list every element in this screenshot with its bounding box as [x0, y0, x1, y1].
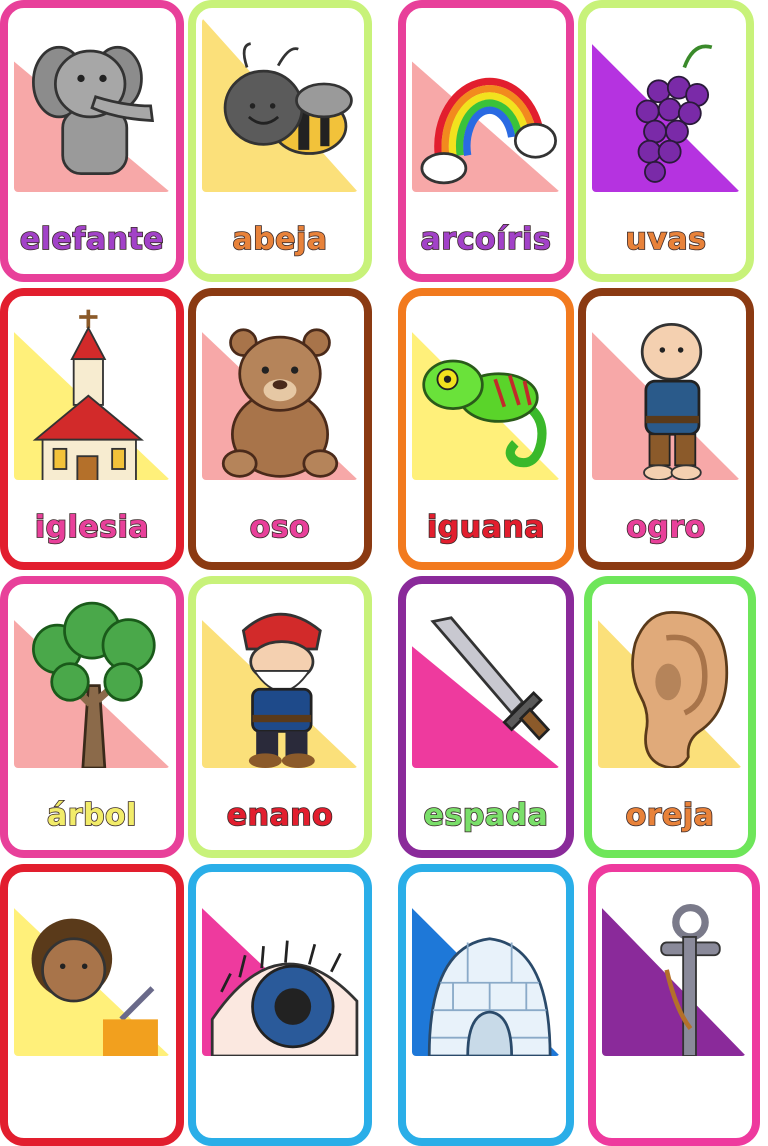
dwarf-icon — [196, 594, 364, 768]
rainbow-icon — [406, 18, 566, 192]
tree-icon — [8, 594, 176, 768]
ogre-icon — [586, 306, 746, 480]
bee-icon — [196, 18, 364, 192]
card-word: iglesia — [34, 509, 150, 546]
elephant-icon — [8, 18, 176, 192]
card-iglesia: iglesia — [0, 288, 184, 570]
card-abeja: abeja — [188, 0, 372, 282]
sword-icon — [406, 594, 566, 768]
card-row4-3 — [398, 864, 574, 1146]
ear-icon — [592, 594, 748, 768]
iguana-icon — [406, 306, 566, 480]
card-word: iguana — [426, 509, 545, 546]
card-word: abeja — [232, 221, 328, 258]
card-word: elefante — [19, 221, 165, 258]
card-word: arcoíris — [420, 221, 552, 258]
bear-icon — [196, 306, 364, 480]
card-word: uvas — [625, 221, 707, 258]
card-enano: enano — [188, 576, 372, 858]
card-uvas: uvas — [578, 0, 754, 282]
eye-icon — [196, 882, 364, 1056]
nurse-icon — [8, 882, 176, 1056]
card-espada: espada — [398, 576, 574, 858]
card-elefante: elefante — [0, 0, 184, 282]
card-arcoiris: arcoíris — [398, 0, 574, 282]
card-row4-2 — [188, 864, 372, 1146]
card-row4-1 — [0, 864, 184, 1146]
card-oso: oso — [188, 288, 372, 570]
card-ogro: ogro — [578, 288, 754, 570]
card-word: oreja — [625, 797, 715, 834]
card-word: oso — [249, 509, 311, 546]
card-oreja: oreja — [584, 576, 756, 858]
card-arbol: árbol — [0, 576, 184, 858]
igloo-icon — [406, 882, 566, 1056]
card-word: espada — [423, 797, 549, 834]
card-word: enano — [226, 797, 334, 834]
anchor-icon — [596, 882, 752, 1056]
grapes-icon — [586, 18, 746, 192]
church-icon — [8, 306, 176, 480]
card-iguana: iguana — [398, 288, 574, 570]
card-row4-4 — [588, 864, 760, 1146]
card-word: ogro — [625, 509, 706, 546]
card-word: árbol — [46, 797, 137, 834]
